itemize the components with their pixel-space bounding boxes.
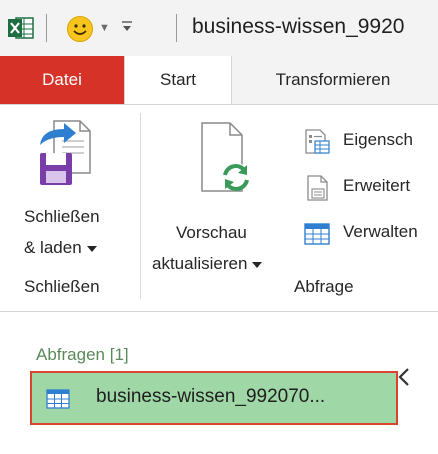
tab-start[interactable]: Start (124, 56, 232, 105)
query-item-label: business-wissen_992070... (96, 386, 326, 407)
chevron-down-icon[interactable] (86, 245, 97, 252)
title-separator (176, 14, 177, 42)
title-separator (46, 14, 47, 42)
excel-logo-icon (8, 17, 34, 39)
tab-datei[interactable]: Datei (0, 56, 124, 104)
group-label-close: Schließen (24, 277, 100, 296)
collapse-pane-icon[interactable] (396, 367, 412, 387)
close-and-load-label-1: Schließen (24, 207, 100, 226)
advanced-editor-label: Erweitert (343, 176, 411, 195)
advanced-editor-icon (307, 175, 328, 201)
manage-label: Verwalten (343, 222, 418, 241)
ribbon-panel: Schließen & laden Vorschau aktualisieren (0, 104, 438, 312)
feedback-smiley-icon[interactable] (66, 15, 94, 43)
manage-table-icon (304, 223, 330, 245)
refresh-preview-label-1: Vorschau (176, 223, 247, 242)
customize-toolbar-icon[interactable] (122, 20, 132, 34)
manage-button[interactable]: Verwalten (303, 217, 438, 251)
refresh-preview-label-2-text: aktualisieren (152, 254, 248, 273)
properties-icon (305, 129, 330, 154)
title-bar: ▼ business-wissen_9920 (0, 0, 438, 56)
tab-transformieren[interactable]: Transformieren (236, 56, 430, 104)
close-and-load-label-2: & laden (24, 232, 97, 263)
properties-label: Eigensch (343, 130, 413, 149)
table-icon (46, 389, 70, 409)
advanced-editor-button[interactable]: Erweitert (303, 171, 438, 205)
close-and-load-icon (40, 120, 91, 185)
queries-pane-title: Abfragen [1] (36, 345, 129, 364)
ribbon-tabs: Datei Start Transformieren (0, 56, 438, 105)
properties-button[interactable]: Eigensch (303, 125, 438, 159)
close-and-load-label-2-text: & laden (24, 238, 82, 257)
feedback-dropdown-icon[interactable]: ▼ (99, 22, 110, 34)
group-separator (140, 113, 141, 299)
refresh-preview-label-2: aktualisieren (152, 248, 263, 279)
query-list-item[interactable]: business-wissen_992070... (30, 371, 398, 425)
chevron-down-icon[interactable] (252, 261, 263, 268)
group-label-query: Abfrage (294, 277, 354, 296)
document-title: business-wissen_9920 (192, 15, 405, 38)
refresh-preview-icon (201, 122, 250, 192)
